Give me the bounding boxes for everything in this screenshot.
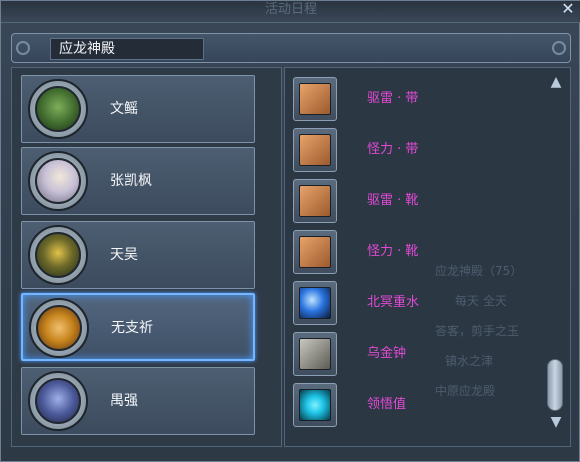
npc-name: 无支祈: [111, 320, 153, 336]
scroll-down-icon[interactable]: ▼: [547, 413, 565, 431]
avatar-frame: [28, 371, 88, 431]
dungeon-header: 应龙神殿: [11, 33, 571, 63]
item-slot[interactable]: [293, 179, 337, 223]
item-name: 乌金钟: [367, 346, 407, 361]
reward-item: 怪力 · 靴: [293, 230, 553, 276]
item-slot[interactable]: [293, 77, 337, 121]
avatar: [35, 158, 81, 204]
close-icon[interactable]: ✕: [559, 1, 577, 19]
reward-item: 领悟值: [293, 383, 553, 429]
bracer-icon: [299, 185, 331, 217]
item-slot[interactable]: [293, 281, 337, 325]
reward-item: 驱雷 · 靴: [293, 179, 553, 225]
item-name: 怪力 · 靴: [367, 244, 419, 259]
scrollbar-thumb[interactable]: [547, 359, 563, 411]
npc-name: 天吴: [110, 247, 138, 263]
activity-window: 活动日程 ✕ 应龙神殿 应龙神殿（75） 每天 全天 答客，剪手之玉 镇水之津 …: [0, 0, 580, 462]
npc-row-0[interactable]: 文鳐: [21, 75, 255, 143]
avatar: [35, 378, 81, 424]
reward-item: 乌金钟: [293, 332, 553, 378]
scroll-up-icon[interactable]: ▲: [547, 73, 565, 91]
npc-row-3[interactable]: 无支祈: [21, 293, 255, 361]
item-name: 领悟值: [367, 397, 407, 412]
window-title: 活动日程: [264, 2, 317, 17]
title-strip: 活动日程 ✕: [1, 1, 580, 23]
bracer-icon: [299, 236, 331, 268]
avatar-frame: [29, 298, 89, 358]
ornament-icon: [552, 41, 566, 55]
item-slot[interactable]: [293, 128, 337, 172]
item-name: 驱雷 · 靴: [367, 193, 419, 208]
bracer-icon: [299, 134, 331, 166]
item-name: 怪力 · 带: [367, 142, 419, 157]
npc-name: 张凯枫: [110, 173, 152, 189]
water-orbs-icon: [299, 287, 331, 319]
npc-name: 文鳐: [110, 101, 138, 117]
npc-row-4[interactable]: 禺强: [21, 367, 255, 435]
npc-row-1[interactable]: 张凯枫: [21, 147, 255, 215]
item-name: 北冥重水: [367, 295, 420, 310]
avatar-frame: [28, 79, 88, 139]
avatar: [35, 86, 81, 132]
reward-item: 怪力 · 带: [293, 128, 553, 174]
item-slot[interactable]: [293, 383, 337, 427]
reward-item: 北冥重水: [293, 281, 553, 327]
item-slot[interactable]: [293, 230, 337, 274]
dungeon-title: 应龙神殿: [50, 38, 204, 60]
item-name: 驱雷 · 带: [367, 91, 419, 106]
ornament-icon: [16, 41, 30, 55]
avatar-frame: [28, 225, 88, 285]
avatar: [35, 232, 81, 278]
head-silhouette-icon: [299, 389, 331, 421]
npc-row-2[interactable]: 天吴: [21, 221, 255, 289]
bracer-icon: [299, 83, 331, 115]
bell-icon: [299, 338, 331, 370]
npc-name: 禺强: [110, 393, 138, 409]
avatar: [36, 305, 82, 351]
reward-item: 驱雷 · 带: [293, 77, 553, 123]
item-slot[interactable]: [293, 332, 337, 376]
avatar-frame: [28, 151, 88, 211]
